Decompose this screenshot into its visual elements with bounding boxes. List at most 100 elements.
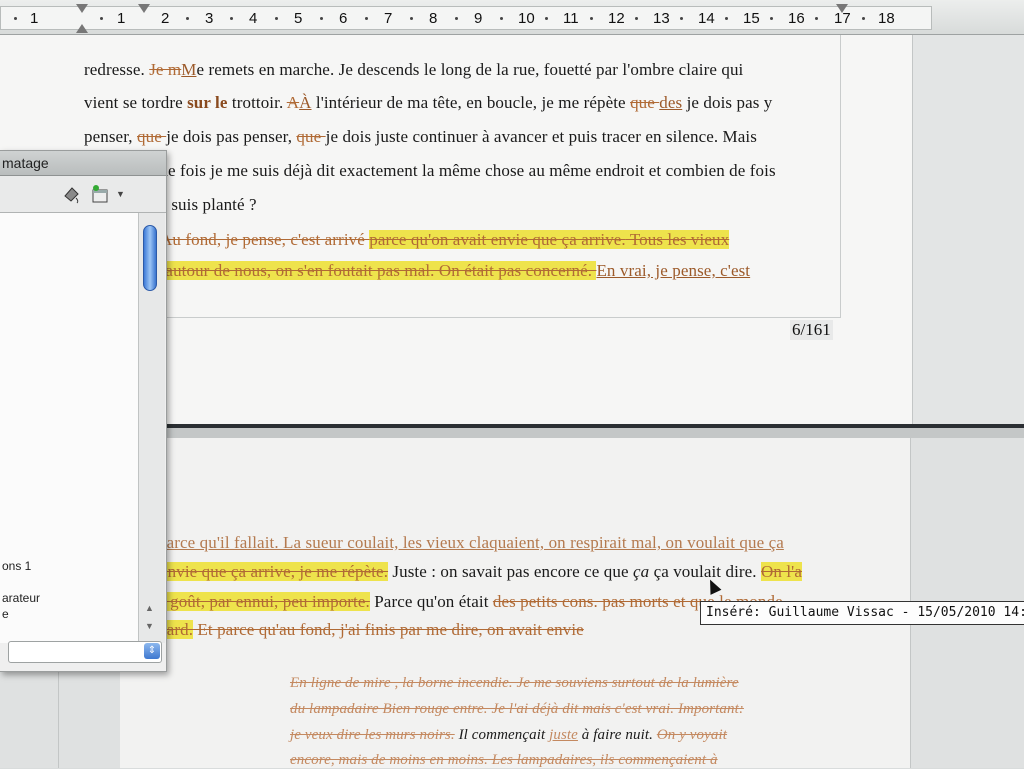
ruler-tick: [14, 17, 17, 20]
deleted-text[interactable]: Je m: [149, 60, 181, 79]
deleted-text[interactable]: du lampadaire Bien rouge entre. Je l'ai …: [290, 701, 744, 717]
text-line[interactable]: r goût, par ennui, peu importe. Parce qu…: [160, 592, 783, 612]
highlighted-deleted-text[interactable]: On l'a: [761, 562, 802, 581]
text-line[interactable]: penser, que je dois pas penser, que je d…: [84, 127, 757, 147]
ruler-tick: [545, 17, 548, 20]
text-line[interactable]: En ligne de mire , la borne incendie. Je…: [290, 675, 739, 692]
formatting-panel[interactable]: matage ▼ ons 1 arateur e ▲ ▼ ⇕: [0, 150, 167, 672]
deleted-text[interactable]: que: [137, 127, 166, 146]
ruler-number: 11: [563, 10, 579, 27]
text-line[interactable]: parce qu'il fallait. La sueur coulait, l…: [158, 533, 784, 553]
style-list[interactable]: ons 1 arateur e: [0, 213, 139, 643]
deleted-text[interactable]: Et parce qu'au fond, j'ai finis par me d…: [193, 620, 584, 639]
ruler-number: 8: [429, 10, 438, 27]
text-line[interactable]: du lampadaire Bien rouge entre. Je l'ai …: [290, 701, 744, 718]
fill-format-icon[interactable]: [62, 184, 82, 209]
inserted-text[interactable]: M: [181, 60, 196, 79]
scroll-up-icon[interactable]: ▲: [145, 603, 154, 613]
ruler-number: 1: [117, 10, 126, 27]
deleted-text[interactable]: que: [296, 127, 325, 146]
change-tracking-tooltip: Inséré: Guillaume Vissac - 15/05/2010 14…: [700, 601, 1024, 625]
italic-text: ça: [632, 562, 650, 581]
ruler-number: 1: [30, 10, 39, 27]
inserted-text[interactable]: parce qu'il fallait. La sueur coulait, l…: [158, 533, 784, 552]
text-run: à faire nuit.: [577, 727, 657, 743]
text-line[interactable]: je veux dire les murs noirs. Il commença…: [290, 727, 727, 744]
ruler-tick: [230, 17, 233, 20]
text-run: trottoir.: [227, 93, 287, 112]
ruler-tick: [680, 17, 683, 20]
text-run: Parce qu'on était: [369, 592, 493, 611]
new-style-icon[interactable]: [90, 184, 112, 209]
ruler-number: 16: [788, 10, 805, 27]
deleted-text[interactable]: On y voyait: [657, 727, 727, 743]
ruler-number: 17: [834, 10, 851, 27]
text-line[interactable]: encore, mais de moins en moins. Les lamp…: [290, 752, 718, 769]
deleted-text[interactable]: que: [630, 93, 659, 112]
style-filter-select[interactable]: ⇕: [8, 641, 162, 663]
deleted-text[interactable]: En ligne de mire , la borne incendie. Je…: [290, 675, 739, 691]
scroll-down-icon[interactable]: ▼: [145, 621, 154, 631]
text-line[interactable]: Au fond, je pense, c'est arrivé parce qu…: [160, 230, 730, 250]
ruler-number: 12: [608, 10, 625, 27]
ruler-number: 3: [205, 10, 214, 27]
text-line[interactable]: vient se tordre sur le trottoir. AÀ l'in…: [84, 93, 772, 113]
text-run: ça voulait dire.: [649, 562, 762, 581]
ruler-tick: [410, 17, 413, 20]
ruler-number: 14: [698, 10, 715, 27]
bold-text[interactable]: sur le: [187, 93, 227, 112]
panel-title-bar[interactable]: matage: [0, 151, 166, 176]
select-arrows-icon[interactable]: ⇕: [144, 643, 160, 659]
text-line[interactable]: sard. Et parce qu'au fond, j'ai finis pa…: [160, 620, 584, 640]
highlighted-deleted-text[interactable]: parce qu'on avait envie que ça arrive.: [369, 230, 626, 249]
inserted-text[interactable]: des: [659, 93, 682, 112]
ruler-number: 5: [294, 10, 303, 27]
inserted-text[interactable]: À: [299, 93, 311, 112]
ruler-tick: [455, 17, 458, 20]
ruler-tick: [275, 17, 278, 20]
panel-toolbar: ▼: [0, 176, 166, 213]
ruler-tick: [635, 17, 638, 20]
indent-marker-icon[interactable]: [76, 4, 88, 13]
deleted-text[interactable]: encore, mais de moins en moins. Les lamp…: [290, 752, 718, 768]
highlighted-deleted-text[interactable]: ent autour de nous, on s'en foutait pas …: [140, 261, 597, 280]
ruler-tick: [770, 17, 773, 20]
text-run: Il commençait: [454, 727, 550, 743]
style-list-scrollbar[interactable]: ▲ ▼: [139, 213, 165, 643]
horizontal-ruler[interactable]: 1 1 2 3 4 5 6 7 8 9 10 11 12 13 14 15 16…: [0, 0, 1024, 35]
deleted-text[interactable]: je veux dire les murs noirs.: [290, 727, 455, 743]
style-item[interactable]: e: [2, 607, 9, 621]
ruler-tick: [365, 17, 368, 20]
panel-title: matage: [2, 155, 49, 171]
chevron-down-icon[interactable]: ▼: [116, 189, 125, 199]
text-run: penser,: [84, 127, 137, 146]
text-run: vient se tordre: [84, 93, 188, 112]
text-run: l'intérieur de ma tête, en boucle, je me…: [311, 93, 631, 112]
deleted-text[interactable]: A: [287, 93, 299, 112]
ruler-number: 18: [878, 10, 895, 27]
highlighted-deleted-text[interactable]: envie que ça arrive, je me répète.: [160, 562, 389, 581]
left-indent-marker-icon[interactable]: [76, 24, 88, 33]
text-run: je dois juste continuer à avancer et pui…: [325, 127, 757, 146]
deleted-text[interactable]: Au fond, je pense, c'est arrivé: [160, 230, 369, 249]
text-run: je dois pas y: [682, 93, 773, 112]
text-line[interactable]: ien de fois je me suis déjà dit exacteme…: [134, 161, 776, 181]
ruler-tick: [320, 17, 323, 20]
text-line[interactable]: ent autour de nous, on s'en foutait pas …: [140, 261, 750, 281]
inserted-text[interactable]: En vrai, je pense, c'est: [596, 261, 750, 280]
scrollbar-thumb[interactable]: [143, 225, 157, 291]
style-item[interactable]: ons 1: [2, 559, 31, 573]
divider-shadow: [150, 428, 1024, 438]
ruler-number: 2: [161, 10, 170, 27]
highlighted-deleted-text[interactable]: r goût, par ennui, peu importe.: [160, 592, 370, 611]
inserted-text[interactable]: juste: [549, 727, 578, 743]
ruler-number: 9: [474, 10, 483, 27]
highlighted-deleted-text[interactable]: Tous les vieux: [625, 230, 730, 249]
text-run: Juste : on savait pas encore ce que: [388, 562, 633, 581]
ruler-tick: [590, 17, 593, 20]
ruler-tick: [500, 17, 503, 20]
text-line[interactable]: redresse. Je mMe remets en marche. Je de…: [84, 60, 743, 80]
first-line-indent-icon[interactable]: [138, 4, 150, 13]
text-line[interactable]: envie que ça arrive, je me répète. Juste…: [160, 562, 802, 582]
style-item[interactable]: arateur: [2, 591, 40, 605]
